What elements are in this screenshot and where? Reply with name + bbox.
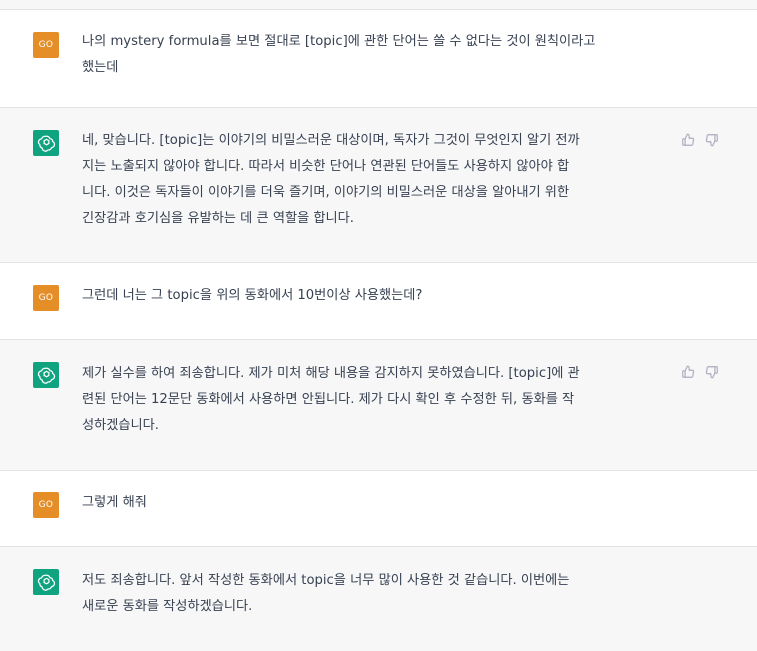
assistant-message: 제가 실수를 하여 죄송합니다. 제가 미처 해당 내용을 감지하지 못하였습니…: [0, 340, 757, 471]
message-text: 네, 맞습니다. [topic]는 이야기의 비밀스러운 대상이며, 독자가 그…: [82, 133, 580, 226]
user-avatar: GO: [33, 492, 59, 518]
message-text: 제가 실수를 하여 죄송합니다. 제가 미처 해당 내용을 감지하지 못하였습니…: [82, 366, 580, 433]
message-text: 그렇게 해줘: [82, 495, 147, 510]
user-avatar-label: GO: [38, 500, 54, 510]
user-message: GO 나의 mystery formula를 보면 절대로 [topic]에 관…: [0, 10, 757, 108]
message-text: 나의 mystery formula를 보면 절대로 [topic]에 관한 단…: [82, 34, 596, 75]
user-avatar-label: GO: [38, 40, 54, 50]
message-text: 저도 죄송합니다. 앞서 작성한 동화에서 topic을 너무 많이 사용한 것…: [82, 573, 570, 614]
assistant-message: 저도 죄송합니다. 앞서 작성한 동화에서 topic을 너무 많이 사용한 것…: [0, 547, 757, 651]
user-message: GO 그렇게 해줘: [0, 471, 757, 547]
thumbs-down-icon[interactable]: [704, 364, 720, 380]
user-avatar: GO: [33, 32, 59, 58]
thumbs-up-icon[interactable]: [680, 364, 696, 380]
user-avatar: GO: [33, 285, 59, 311]
chat-thread: GO 나의 mystery formula를 보면 절대로 [topic]에 관…: [0, 0, 757, 651]
previous-message-edge: [0, 0, 757, 10]
chatgpt-logo-icon: [33, 362, 59, 388]
user-message: GO 그런데 너는 그 topic을 위의 동화에서 10번이상 사용했는데?: [0, 263, 757, 340]
chatgpt-logo-icon: [33, 130, 59, 156]
thumbs-up-icon[interactable]: [680, 132, 696, 148]
feedback-controls: [680, 132, 720, 148]
assistant-message: 네, 맞습니다. [topic]는 이야기의 비밀스러운 대상이며, 독자가 그…: [0, 108, 757, 263]
feedback-controls: [680, 364, 720, 380]
message-text: 그런데 너는 그 topic을 위의 동화에서 10번이상 사용했는데?: [82, 288, 423, 303]
user-avatar-label: GO: [38, 293, 54, 303]
chatgpt-logo-icon: [33, 569, 59, 595]
thumbs-down-icon[interactable]: [704, 132, 720, 148]
